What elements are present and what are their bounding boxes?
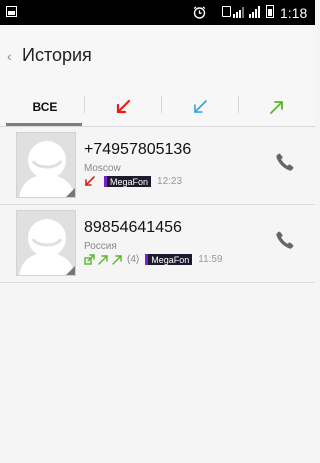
call-meta: MegaFon 12:23 (84, 175, 182, 188)
call-time: 11:59 (198, 254, 223, 265)
call-filter-tabs: ВСЕ (0, 87, 315, 126)
app-root: 1:18 pm ‹ История ВСЕ (0, 0, 315, 463)
sim-card-icon (222, 6, 231, 17)
tab-incoming[interactable] (161, 87, 239, 126)
missed-call-arrow-icon (85, 176, 95, 186)
status-bar: 1:18 pm (0, 0, 315, 37)
tab-missed[interactable] (84, 87, 162, 126)
back-chevron-icon[interactable]: ‹ (7, 48, 12, 64)
phone-call-icon[interactable] (274, 229, 296, 251)
caller-number: 89854641456 (84, 219, 182, 236)
tab-outgoing[interactable] (238, 87, 316, 126)
list-item[interactable]: +74957805136 Moscow MegaFon 12:23 (0, 127, 315, 205)
avatar-corner-icon (66, 188, 75, 197)
tab-all[interactable]: ВСЕ (6, 87, 84, 126)
outgoing-call-arrow-icon (270, 100, 283, 114)
operator-badge: MegaFon (145, 254, 193, 265)
operator-name: MegaFon (110, 176, 149, 187)
operator-name: MegaFon (151, 254, 190, 265)
call-time: 12:23 (157, 176, 183, 187)
header: ‹ История (0, 25, 315, 87)
phone-call-icon[interactable] (274, 151, 296, 173)
page-title: История (22, 45, 92, 65)
outgoing-call-arrow-icon (112, 255, 122, 265)
forwarded-call-icon (84, 254, 95, 265)
call-count: (4) (127, 254, 140, 265)
list-item[interactable]: 89854641456 Россия (4) MegaFon 11:59 (0, 205, 315, 283)
caller-number: +74957805136 (84, 141, 192, 158)
alarm-clock-icon (193, 6, 206, 19)
call-meta: (4) MegaFon 11:59 (84, 253, 223, 266)
outgoing-call-arrow-icon (98, 255, 108, 265)
missed-call-arrow-icon (116, 99, 131, 113)
signal-strength-icon (249, 6, 260, 18)
caller-location: Moscow (84, 163, 121, 174)
screenshot-notification-icon (6, 6, 17, 17)
incoming-call-arrow-icon (194, 99, 207, 113)
call-history-list: +74957805136 Moscow MegaFon 12:23 898546… (0, 127, 315, 283)
avatar-corner-icon (66, 266, 75, 275)
battery-icon (266, 5, 274, 18)
signal-strength-icon (233, 7, 244, 18)
avatar[interactable] (16, 210, 76, 276)
avatar[interactable] (16, 132, 76, 198)
tab-all-label: ВСЕ (32, 99, 58, 114)
operator-badge: MegaFon (104, 176, 152, 187)
caller-location: Россия (84, 241, 117, 252)
